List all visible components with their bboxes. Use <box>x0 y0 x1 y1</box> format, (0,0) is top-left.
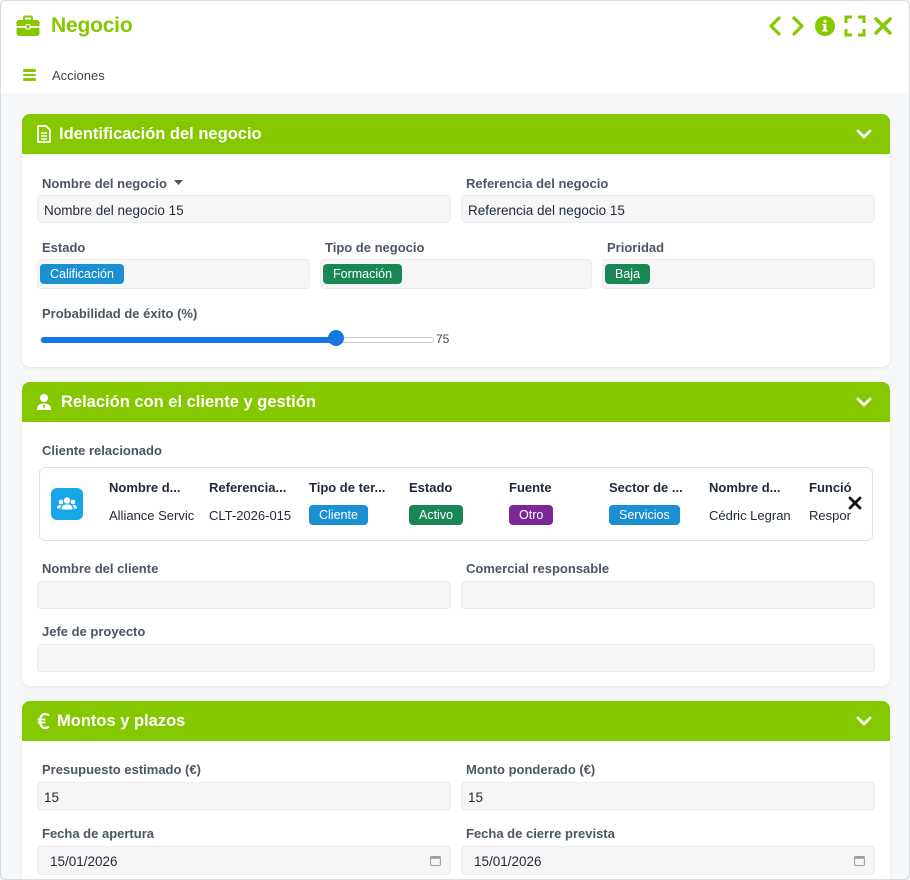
probabilidad-value: 75 <box>436 332 450 346</box>
section-header[interactable]: Relación con el cliente y gestión <box>22 382 890 422</box>
apertura-date-input[interactable]: 15/01/2026 <box>37 846 451 875</box>
related-column-value: Respor <box>809 508 851 523</box>
referencia-label: Referencia del negocio <box>466 176 609 191</box>
document-icon <box>37 125 51 143</box>
calendar-icon[interactable] <box>430 855 441 866</box>
chevron-right-icon[interactable] <box>786 15 808 37</box>
section-title: Identificación del negocio <box>59 125 262 143</box>
section-header[interactable]: Montos y plazos <box>22 701 890 741</box>
slider-fill <box>41 337 337 343</box>
related-column-tag: Cliente <box>309 505 368 525</box>
related-column-header: Referencia... <box>209 480 287 495</box>
nombre-label: Nombre del negocio <box>42 176 167 191</box>
window-title: Negocio <box>51 14 133 37</box>
tipo-label: Tipo de negocio <box>325 240 425 255</box>
related-column-tag: Otro <box>509 505 554 525</box>
menu-icon[interactable] <box>23 69 36 81</box>
jefe-label: Jefe de proyecto <box>42 624 146 639</box>
fullscreen-icon[interactable] <box>844 15 866 37</box>
related-column-header: Fuente <box>509 480 552 495</box>
section-relacion: Relación con el cliente y gestión Client… <box>22 382 890 686</box>
related-column-header: Sector de ... <box>609 480 683 495</box>
chevron-down-icon[interactable] <box>856 127 872 141</box>
nombre-cliente-input[interactable] <box>37 581 451 609</box>
related-column-header: Funció <box>809 480 852 495</box>
title-bar: Negocio <box>1 1 909 53</box>
related-column-header: Tipo de ter... <box>309 480 386 495</box>
related-column-value: CLT-2026-015 <box>209 508 292 523</box>
close-icon[interactable] <box>872 15 894 37</box>
related-column: Funció Respor <box>809 480 853 524</box>
related-client-card[interactable]: Nombre d... Alliance Servic Referencia... C… <box>39 467 873 541</box>
euro-icon <box>37 712 50 730</box>
jefe-input[interactable] <box>37 644 875 672</box>
related-column: Sector de ... Servicios <box>609 480 697 525</box>
caret-down-icon[interactable] <box>174 180 183 186</box>
comercial-input[interactable] <box>461 581 875 609</box>
prioridad-label: Prioridad <box>607 240 665 255</box>
user-tie-icon <box>37 394 51 410</box>
related-column: Tipo de ter... Cliente <box>309 480 397 525</box>
section-title: Montos y plazos <box>57 712 186 730</box>
apertura-label: Fecha de apertura <box>42 826 154 841</box>
prioridad-tag: Baja <box>605 264 651 284</box>
section-montos: Montos y plazos Presupuesto estimado (€)… <box>22 701 890 879</box>
cierre-label: Fecha de cierre prevista <box>466 826 615 841</box>
related-column-header: Estado <box>409 480 453 495</box>
section-identificacion: Identificación del negocio Nombre del ne… <box>22 114 890 367</box>
related-column-tag: Servicios <box>609 505 680 525</box>
related-column: Nombre d... Cédric Legran <box>709 480 797 524</box>
probabilidad-slider[interactable] <box>40 337 434 343</box>
cliente-relacionado-label: Cliente relacionado <box>42 443 162 458</box>
probabilidad-label: Probabilidad de éxito (%) <box>42 306 198 321</box>
chevron-left-icon[interactable] <box>765 15 787 37</box>
tipo-tag: Formación <box>323 264 403 284</box>
section-title: Relación con el cliente y gestión <box>61 393 316 411</box>
slider-thumb[interactable] <box>327 330 344 346</box>
monto-input[interactable]: 15 <box>461 782 875 810</box>
section-header[interactable]: Identificación del negocio <box>22 114 890 154</box>
presupuesto-label: Presupuesto estimado (€) <box>42 762 201 777</box>
monto-label: Monto ponderado (€) <box>466 762 596 777</box>
related-column-value: Cédric Legran <box>709 508 791 523</box>
calendar-icon[interactable] <box>854 855 865 866</box>
related-column: Referencia... CLT-2026-015 <box>209 480 297 524</box>
related-column: Estado Activo <box>409 480 497 525</box>
window: Negocio Acciones Identificación del nego… <box>0 0 910 880</box>
cierre-value: 15/01/2026 <box>474 854 542 869</box>
chevron-down-icon[interactable] <box>856 714 872 728</box>
info-icon[interactable] <box>814 15 836 37</box>
presupuesto-input[interactable]: 15 <box>37 782 451 810</box>
nombre-input[interactable]: Nombre del negocio 15 <box>37 195 451 223</box>
actions-menu[interactable]: Acciones <box>52 68 105 83</box>
related-column-value: Alliance Servic <box>109 508 195 523</box>
related-column-header: Nombre d... <box>109 480 181 495</box>
referencia-input[interactable]: Referencia del negocio 15 <box>461 195 875 223</box>
chevron-down-icon[interactable] <box>856 395 872 409</box>
estado-label: Estado <box>42 240 86 255</box>
estado-tag: Calificación <box>40 264 124 284</box>
cierre-date-input[interactable]: 15/01/2026 <box>461 846 875 875</box>
briefcase-icon <box>16 15 40 36</box>
related-column: Fuente Otro <box>509 480 597 525</box>
comercial-label: Comercial responsable <box>466 561 610 576</box>
related-column-header: Nombre d... <box>709 480 781 495</box>
users-icon <box>51 488 83 520</box>
remove-relation-icon[interactable] <box>848 496 862 510</box>
toolbar: Acciones <box>1 53 909 93</box>
nombre-cliente-label: Nombre del cliente <box>42 561 159 576</box>
apertura-value: 15/01/2026 <box>50 854 118 869</box>
related-column: Nombre d... Alliance Servic <box>109 480 197 524</box>
related-column-tag: Activo <box>409 505 464 525</box>
